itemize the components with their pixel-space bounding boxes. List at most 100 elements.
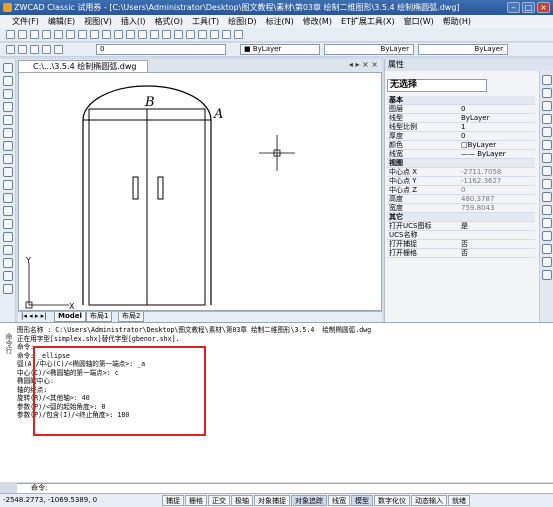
status-toggle[interactable]: 正交 xyxy=(208,495,230,506)
mirror-icon[interactable] xyxy=(542,101,552,111)
menu-draw[interactable]: 绘图(D) xyxy=(228,16,256,27)
bulb-icon[interactable] xyxy=(30,45,39,54)
rectangle-icon[interactable] xyxy=(3,115,13,125)
break-icon[interactable] xyxy=(542,218,552,228)
insert-block-icon[interactable] xyxy=(3,206,13,216)
pan-icon[interactable] xyxy=(138,30,147,39)
property-row[interactable]: 颜色 □ByLayer xyxy=(387,140,535,150)
explode-icon[interactable] xyxy=(542,270,552,280)
lock-icon[interactable] xyxy=(54,45,63,54)
property-value[interactable]: 否 xyxy=(459,248,535,258)
property-section[interactable]: 基本 xyxy=(387,96,535,105)
property-row[interactable]: 线型比例 1 xyxy=(387,122,535,132)
move-icon[interactable] xyxy=(542,140,552,150)
make-block-icon[interactable] xyxy=(3,219,13,229)
status-toggle[interactable]: 动态输入 xyxy=(411,495,447,506)
menu-tools[interactable]: 工具(T) xyxy=(192,16,219,27)
property-value[interactable]: 1 xyxy=(459,122,535,132)
design-center-icon[interactable] xyxy=(198,30,207,39)
extend-icon[interactable] xyxy=(542,205,552,215)
cloud-icon[interactable] xyxy=(3,154,13,164)
property-value[interactable]: 759.8043 xyxy=(459,203,535,213)
property-value[interactable]: -1162.3627 xyxy=(459,176,535,186)
tab-layout2[interactable]: 布局2 xyxy=(118,312,145,322)
property-row[interactable]: 打开栅格否 xyxy=(387,248,535,258)
table-icon[interactable] xyxy=(3,271,13,281)
property-value[interactable]: 否 xyxy=(459,239,535,249)
mtext-icon[interactable] xyxy=(3,284,13,294)
close-button[interactable]: × xyxy=(537,2,550,13)
spline-icon[interactable] xyxy=(3,167,13,177)
scale-icon[interactable] xyxy=(542,166,552,176)
join-icon[interactable] xyxy=(542,231,552,241)
property-section[interactable]: 视图 xyxy=(387,158,535,168)
chamfer-icon[interactable] xyxy=(542,244,552,254)
properties-icon[interactable] xyxy=(186,30,195,39)
tab-controls[interactable]: ◂ ▸ × × xyxy=(349,60,378,69)
property-row[interactable]: 打开捕捉否 xyxy=(387,239,535,249)
ray-icon[interactable] xyxy=(3,76,13,86)
menu-file[interactable]: 文件(F) xyxy=(12,16,39,27)
tool-palette-icon[interactable] xyxy=(210,30,219,39)
minimize-button[interactable]: – xyxy=(507,2,520,13)
command-input[interactable]: 命令: xyxy=(17,483,553,493)
color-combo[interactable]: ■ ByLayer xyxy=(240,44,320,55)
zoom-window-icon[interactable] xyxy=(162,30,171,39)
property-value[interactable]: -2711.7058 xyxy=(459,167,535,177)
property-row[interactable]: 中心点 Z0 xyxy=(387,185,535,195)
maximize-button[interactable]: □ xyxy=(522,2,535,13)
new-icon[interactable] xyxy=(6,30,15,39)
property-value[interactable]: 0 xyxy=(459,131,535,141)
calc-icon[interactable] xyxy=(222,30,231,39)
status-toggle[interactable]: 对象捕捉 xyxy=(254,495,290,506)
menu-et-tools[interactable]: ET扩展工具(X) xyxy=(341,16,395,27)
offset-icon[interactable] xyxy=(542,114,552,124)
menu-format[interactable]: 格式(O) xyxy=(154,16,183,27)
trim-icon[interactable] xyxy=(542,192,552,202)
drawing-canvas[interactable]: B A Y X xyxy=(18,72,382,311)
document-tab[interactable]: C:\...\3.5.4 绘制椭圆弧.dwg xyxy=(18,60,148,72)
rotate-icon[interactable] xyxy=(542,153,552,163)
lineweight-combo[interactable]: ByLayer xyxy=(418,44,508,55)
property-row[interactable]: 宽度 759.8043 xyxy=(387,203,535,213)
selection-dropdown[interactable]: 无选择 xyxy=(387,79,487,92)
property-value[interactable]: —— ByLayer xyxy=(459,149,535,159)
circle-icon[interactable] xyxy=(3,141,13,151)
redo-icon[interactable] xyxy=(126,30,135,39)
polygon-icon[interactable] xyxy=(3,102,13,112)
tab-layout1[interactable]: 布局1 xyxy=(86,312,113,322)
property-row[interactable]: 厚度 0 xyxy=(387,131,535,141)
tab-model[interactable]: Model xyxy=(54,312,86,322)
erase-icon[interactable] xyxy=(542,75,552,85)
status-toggle[interactable]: 捕捉 xyxy=(162,495,184,506)
ellipse-arc-icon[interactable] xyxy=(3,193,13,203)
property-row[interactable]: 打开UCS图标是 xyxy=(387,221,535,231)
status-toggle[interactable]: 极轴 xyxy=(231,495,253,506)
ellipse-icon[interactable] xyxy=(3,180,13,190)
property-value[interactable]: 0 xyxy=(459,104,535,114)
property-row[interactable]: 图层 0 xyxy=(387,104,535,114)
fillet-icon[interactable] xyxy=(542,257,552,267)
line-icon[interactable] xyxy=(3,63,13,73)
region-icon[interactable] xyxy=(3,258,13,268)
property-row[interactable]: 中心点 X -2711.7058 xyxy=(387,167,535,177)
polyline-icon[interactable] xyxy=(3,89,13,99)
print-icon[interactable] xyxy=(42,30,51,39)
undo-icon[interactable] xyxy=(114,30,123,39)
menu-modify[interactable]: 修改(M) xyxy=(303,16,332,27)
property-value[interactable]: 0 xyxy=(459,185,535,195)
property-row[interactable]: 中心点 Y -1162.3627 xyxy=(387,176,535,186)
property-value[interactable] xyxy=(459,230,535,240)
paste-icon[interactable] xyxy=(90,30,99,39)
arc-icon[interactable] xyxy=(3,128,13,138)
zoom-prev-icon[interactable] xyxy=(174,30,183,39)
status-toggle[interactable]: 栅格 xyxy=(185,495,207,506)
stretch-icon[interactable] xyxy=(542,179,552,189)
menu-view[interactable]: 视图(V) xyxy=(84,16,112,27)
property-row[interactable]: UCS名称 xyxy=(387,230,535,240)
status-toggle[interactable]: 模型 xyxy=(351,495,373,506)
layer-combo[interactable]: 0 xyxy=(96,44,226,55)
tab-nav-arrows[interactable]: |◂ ◂ ▸ ▸| xyxy=(18,312,49,322)
status-toggle[interactable]: 数字化仪 xyxy=(374,495,410,506)
hatch-icon[interactable] xyxy=(3,245,13,255)
